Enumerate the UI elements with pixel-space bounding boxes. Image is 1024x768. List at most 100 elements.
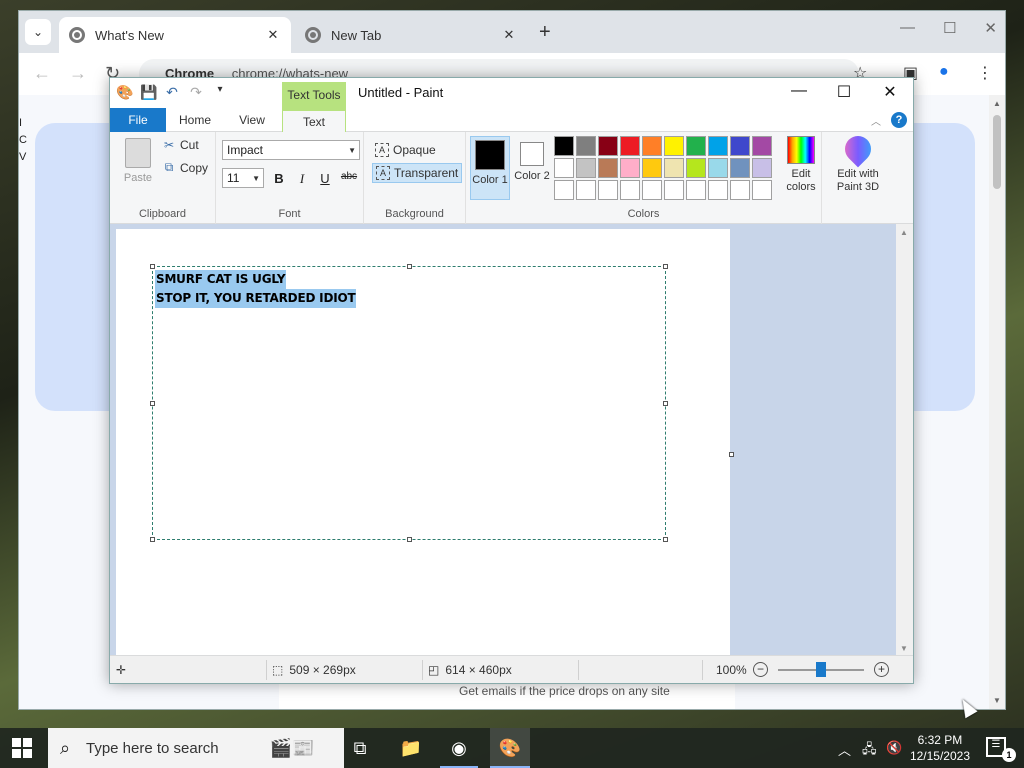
minimize-icon[interactable]: — xyxy=(784,82,814,100)
maximize-icon[interactable]: ☐ xyxy=(943,19,956,37)
text-box[interactable]: SMURF CAT IS UGLY STOP IT, YOU RETARDED … xyxy=(150,264,668,542)
resize-handle[interactable] xyxy=(150,264,155,269)
resize-handle[interactable] xyxy=(663,264,668,269)
paint-app-icon[interactable]: 🎨 xyxy=(116,84,133,101)
tab-view[interactable]: View xyxy=(224,108,280,132)
bold-button[interactable]: B xyxy=(271,171,287,186)
canvas-scrollbar[interactable]: ▲ ▼ xyxy=(896,224,913,657)
maximize-icon[interactable]: ☐ xyxy=(829,82,859,102)
palette-color-swatch[interactable] xyxy=(708,180,728,200)
opaque-option[interactable]: A Opaque xyxy=(372,140,439,160)
palette-color-swatch[interactable] xyxy=(642,136,662,156)
show-hidden-icons-icon[interactable]: ︿ xyxy=(838,740,851,759)
palette-color-swatch[interactable] xyxy=(752,180,772,200)
resize-handle[interactable] xyxy=(150,537,155,542)
resize-handle[interactable] xyxy=(663,401,668,406)
tab-file[interactable]: File xyxy=(110,108,166,132)
font-size-select[interactable]: 11 ▼ xyxy=(222,168,264,188)
forward-icon[interactable]: → xyxy=(69,63,87,84)
text-line[interactable]: STOP IT, YOU RETARDED IDIOT xyxy=(155,289,357,308)
search-highlights-icon[interactable]: 🎬📰 xyxy=(262,734,322,762)
transparent-option[interactable]: A Transparent xyxy=(372,163,463,183)
tab-search-button[interactable]: ⌄ xyxy=(25,19,51,45)
underline-button[interactable]: U xyxy=(317,171,333,186)
edit-colors-button[interactable]: Edit colors xyxy=(780,136,822,194)
palette-color-swatch[interactable] xyxy=(620,180,640,200)
palette-color-swatch[interactable] xyxy=(554,180,574,200)
file-explorer-icon[interactable]: 📁 xyxy=(397,734,425,762)
close-tab-icon[interactable]: ✕ xyxy=(501,27,517,43)
palette-color-swatch[interactable] xyxy=(576,136,596,156)
cut-button[interactable]: ✂ Cut xyxy=(162,138,199,152)
font-family-select[interactable]: Impact ▼ xyxy=(222,140,360,160)
scroll-up-icon[interactable]: ▲ xyxy=(900,228,908,237)
opaque-button[interactable] xyxy=(372,192,378,212)
palette-color-swatch[interactable] xyxy=(642,158,662,178)
palette-color-swatch[interactable] xyxy=(664,136,684,156)
drawing-canvas[interactable]: SMURF CAT IS UGLY STOP IT, YOU RETARDED … xyxy=(116,229,730,657)
resize-handle[interactable] xyxy=(407,264,412,269)
palette-color-swatch[interactable] xyxy=(664,158,684,178)
start-button[interactable] xyxy=(12,738,32,758)
palette-color-swatch[interactable] xyxy=(708,136,728,156)
redo-icon[interactable]: ↷ xyxy=(188,84,204,101)
network-icon[interactable]: 🖧 xyxy=(862,740,877,762)
scroll-up-icon[interactable]: ▲ xyxy=(993,99,1001,108)
palette-color-swatch[interactable] xyxy=(598,136,618,156)
zoom-slider-thumb[interactable] xyxy=(816,662,826,677)
back-icon[interactable]: ← xyxy=(33,63,51,84)
volume-muted-icon[interactable]: 🔇 xyxy=(886,740,902,756)
palette-color-swatch[interactable] xyxy=(554,158,574,178)
chrome-scrollbar[interactable]: ▲ ▼ xyxy=(989,95,1005,709)
palette-color-swatch[interactable] xyxy=(664,180,684,200)
close-tab-icon[interactable]: ✕ xyxy=(265,27,281,43)
palette-color-swatch[interactable] xyxy=(576,180,596,200)
strikethrough-button[interactable]: abc xyxy=(338,171,360,182)
color2-button[interactable]: Color 2 xyxy=(512,136,552,200)
collapse-ribbon-icon[interactable]: ︿ xyxy=(871,113,881,128)
palette-color-swatch[interactable] xyxy=(730,180,750,200)
task-view-icon[interactable]: ⧉ xyxy=(346,734,374,762)
tab-text[interactable]: Text xyxy=(282,108,346,132)
help-icon[interactable]: ? xyxy=(891,112,907,128)
tab-new-tab[interactable]: New Tab ✕ xyxy=(295,17,527,53)
palette-color-swatch[interactable] xyxy=(730,136,750,156)
palette-color-swatch[interactable] xyxy=(752,158,772,178)
palette-color-swatch[interactable] xyxy=(642,180,662,200)
resize-handle[interactable] xyxy=(150,401,155,406)
resize-handle[interactable] xyxy=(407,537,412,542)
palette-color-swatch[interactable] xyxy=(598,180,618,200)
chrome-taskbar-icon[interactable]: ◉ xyxy=(445,734,473,762)
close-icon[interactable]: ✕ xyxy=(875,82,905,102)
resize-handle[interactable] xyxy=(663,537,668,542)
palette-color-swatch[interactable] xyxy=(620,158,640,178)
palette-color-swatch[interactable] xyxy=(576,158,596,178)
edit-with-paint3d-button[interactable]: Edit with Paint 3D xyxy=(830,130,886,194)
save-icon[interactable]: 💾 xyxy=(140,84,157,101)
text-line[interactable]: SMURF CAT IS UGLY xyxy=(155,270,287,289)
palette-color-swatch[interactable] xyxy=(620,136,640,156)
tab-whats-new[interactable]: What's New ✕ xyxy=(59,17,291,53)
minimize-icon[interactable]: — xyxy=(900,19,915,37)
paint-taskbar-icon[interactable]: 🎨 xyxy=(490,728,530,768)
scroll-down-icon[interactable]: ▼ xyxy=(993,696,1001,705)
undo-icon[interactable]: ↶ xyxy=(164,84,180,101)
canvas-resize-handle[interactable] xyxy=(729,452,734,457)
palette-color-swatch[interactable] xyxy=(730,158,750,178)
scroll-down-icon[interactable]: ▼ xyxy=(900,644,908,653)
palette-color-swatch[interactable] xyxy=(686,158,706,178)
italic-button[interactable]: I xyxy=(294,171,310,187)
new-tab-button[interactable]: + xyxy=(539,21,551,44)
color1-button[interactable]: Color 1 xyxy=(470,136,510,200)
palette-color-swatch[interactable] xyxy=(686,180,706,200)
palette-color-swatch[interactable] xyxy=(686,136,706,156)
zoom-out-icon[interactable]: − xyxy=(753,662,768,677)
customize-qat-icon[interactable]: ▾ xyxy=(212,84,228,101)
profile-icon[interactable]: ● xyxy=(939,63,949,81)
close-icon[interactable]: ✕ xyxy=(984,19,997,37)
canvas-text[interactable]: SMURF CAT IS UGLY STOP IT, YOU RETARDED … xyxy=(155,270,357,308)
palette-color-swatch[interactable] xyxy=(598,158,618,178)
copy-button[interactable]: ⧉ Copy xyxy=(162,160,208,175)
zoom-in-icon[interactable]: + xyxy=(874,662,889,677)
scroll-thumb[interactable] xyxy=(993,115,1001,189)
